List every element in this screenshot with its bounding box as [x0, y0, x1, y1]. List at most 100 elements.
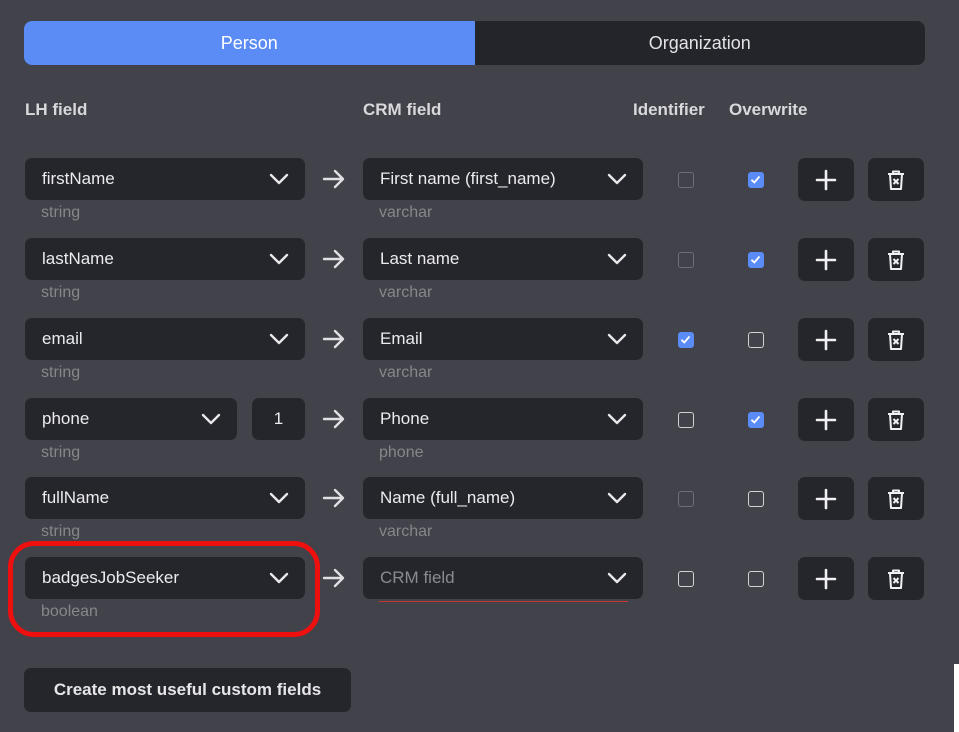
lh-field-value: firstName: [42, 169, 115, 188]
chevron-down-icon: [607, 173, 627, 185]
lh-field-value: email: [42, 329, 83, 348]
delete-row-button[interactable]: [868, 557, 924, 600]
lh-field-header: LH field: [25, 100, 88, 119]
mapping-row: lastName string Last name varchar: [0, 238, 959, 318]
arrow-right-icon: [322, 249, 345, 269]
add-row-button[interactable]: [798, 398, 854, 441]
lh-field-type: string: [41, 284, 81, 301]
overwrite-checkbox[interactable]: [748, 252, 764, 268]
chevron-down-icon: [607, 492, 627, 504]
trash-icon: [888, 569, 904, 589]
crm-field-header: CRM field: [363, 100, 442, 119]
crm-field-value: Email: [380, 329, 423, 348]
mapping-row: fullName string Name (full_name) varchar: [0, 477, 959, 557]
identifier-checkbox[interactable]: [678, 491, 694, 507]
trash-icon: [888, 410, 904, 430]
identifier-checkbox[interactable]: [678, 252, 694, 268]
crm-field-select[interactable]: Last name: [363, 238, 643, 280]
trash-icon: [888, 170, 904, 190]
lh-field-type: boolean: [41, 603, 98, 620]
identifier-checkbox[interactable]: [678, 332, 694, 348]
lh-field-value: lastName: [42, 249, 114, 268]
crm-field-select[interactable]: Phone: [363, 398, 643, 440]
crm-field-type: varchar: [379, 364, 433, 381]
check-icon: [750, 255, 761, 264]
identifier-checkbox[interactable]: [678, 571, 694, 587]
delete-row-button[interactable]: [868, 318, 924, 361]
chevron-down-icon: [201, 413, 221, 425]
plus-icon: [815, 488, 837, 509]
crm-field-select[interactable]: First name (first_name): [363, 158, 643, 200]
crm-field-select[interactable]: CRM field: [363, 557, 643, 602]
tab-person[interactable]: Person: [24, 21, 475, 65]
crm-field-type: varchar: [379, 204, 433, 221]
chevron-down-icon: [269, 173, 289, 185]
mapping-row: firstName string First name (first_name)…: [0, 158, 959, 238]
mapping-row: email string Email varchar: [0, 318, 959, 398]
arrow-right-icon: [322, 409, 345, 429]
delete-row-button[interactable]: [868, 158, 924, 201]
delete-row-button[interactable]: [868, 398, 924, 441]
add-row-button[interactable]: [798, 158, 854, 201]
trash-icon: [888, 489, 904, 509]
error-underline: [379, 601, 628, 602]
plus-icon: [815, 329, 837, 350]
identifier-checkbox[interactable]: [678, 172, 694, 188]
lh-field-select[interactable]: phone: [25, 398, 237, 440]
lh-field-value: fullName: [42, 488, 110, 507]
arrow-right-icon: [322, 329, 345, 349]
lh-field-type: string: [41, 523, 81, 540]
crm-field-select[interactable]: Name (full_name): [363, 477, 643, 519]
lh-field-select[interactable]: email: [25, 318, 305, 360]
add-row-button[interactable]: [798, 477, 854, 520]
chevron-down-icon: [607, 333, 627, 345]
lh-field-select[interactable]: fullName: [25, 477, 305, 519]
chevron-down-icon: [269, 572, 289, 584]
trash-icon: [888, 330, 904, 350]
plus-icon: [815, 568, 837, 589]
crm-field-value: Phone: [380, 409, 430, 428]
index-input[interactable]: 1: [252, 398, 305, 440]
identifier-checkbox[interactable]: [678, 412, 694, 428]
identifier-header: Identifier: [633, 100, 705, 119]
plus-icon: [815, 249, 837, 270]
crm-field-value: Name (full_name): [380, 488, 516, 507]
crm-field-type: varchar: [379, 284, 433, 301]
lh-field-select[interactable]: lastName: [25, 238, 305, 280]
chevron-down-icon: [607, 253, 627, 265]
tab-organization[interactable]: Organization: [475, 21, 926, 65]
mapping-row: badgesJobSeeker boolean CRM field: [0, 557, 959, 637]
crm-field-type: varchar: [379, 523, 433, 540]
lh-field-select[interactable]: firstName: [25, 158, 305, 200]
arrow-right-icon: [322, 568, 345, 588]
delete-row-button[interactable]: [868, 477, 924, 520]
crm-field-value: Last name: [380, 249, 460, 268]
add-row-button[interactable]: [798, 318, 854, 361]
chevron-down-icon: [269, 253, 289, 265]
crm-field-placeholder: CRM field: [380, 568, 455, 587]
overwrite-checkbox[interactable]: [748, 491, 764, 507]
overwrite-header: Overwrite: [729, 100, 808, 119]
crm-field-select[interactable]: Email: [363, 318, 643, 360]
overwrite-checkbox[interactable]: [748, 172, 764, 188]
mapping-row: phone 1 string Phone phone: [0, 398, 959, 478]
overwrite-checkbox[interactable]: [748, 571, 764, 587]
check-icon: [680, 335, 691, 344]
overwrite-checkbox[interactable]: [748, 332, 764, 348]
chevron-down-icon: [607, 413, 627, 425]
check-icon: [750, 175, 761, 184]
create-custom-fields-button[interactable]: Create most useful custom fields: [24, 668, 351, 712]
add-row-button[interactable]: [798, 238, 854, 281]
add-row-button[interactable]: [798, 557, 854, 600]
arrow-right-icon: [322, 169, 345, 189]
chevron-down-icon: [269, 492, 289, 504]
delete-row-button[interactable]: [868, 238, 924, 281]
overwrite-checkbox[interactable]: [748, 412, 764, 428]
lh-field-type: string: [41, 204, 81, 221]
chevron-down-icon: [607, 572, 627, 584]
lh-field-select[interactable]: badgesJobSeeker: [25, 557, 305, 599]
plus-icon: [815, 409, 837, 430]
crm-field-value: First name (first_name): [380, 169, 556, 188]
crm-field-type: phone: [379, 444, 424, 461]
entity-tabs: Person Organization: [24, 21, 925, 65]
